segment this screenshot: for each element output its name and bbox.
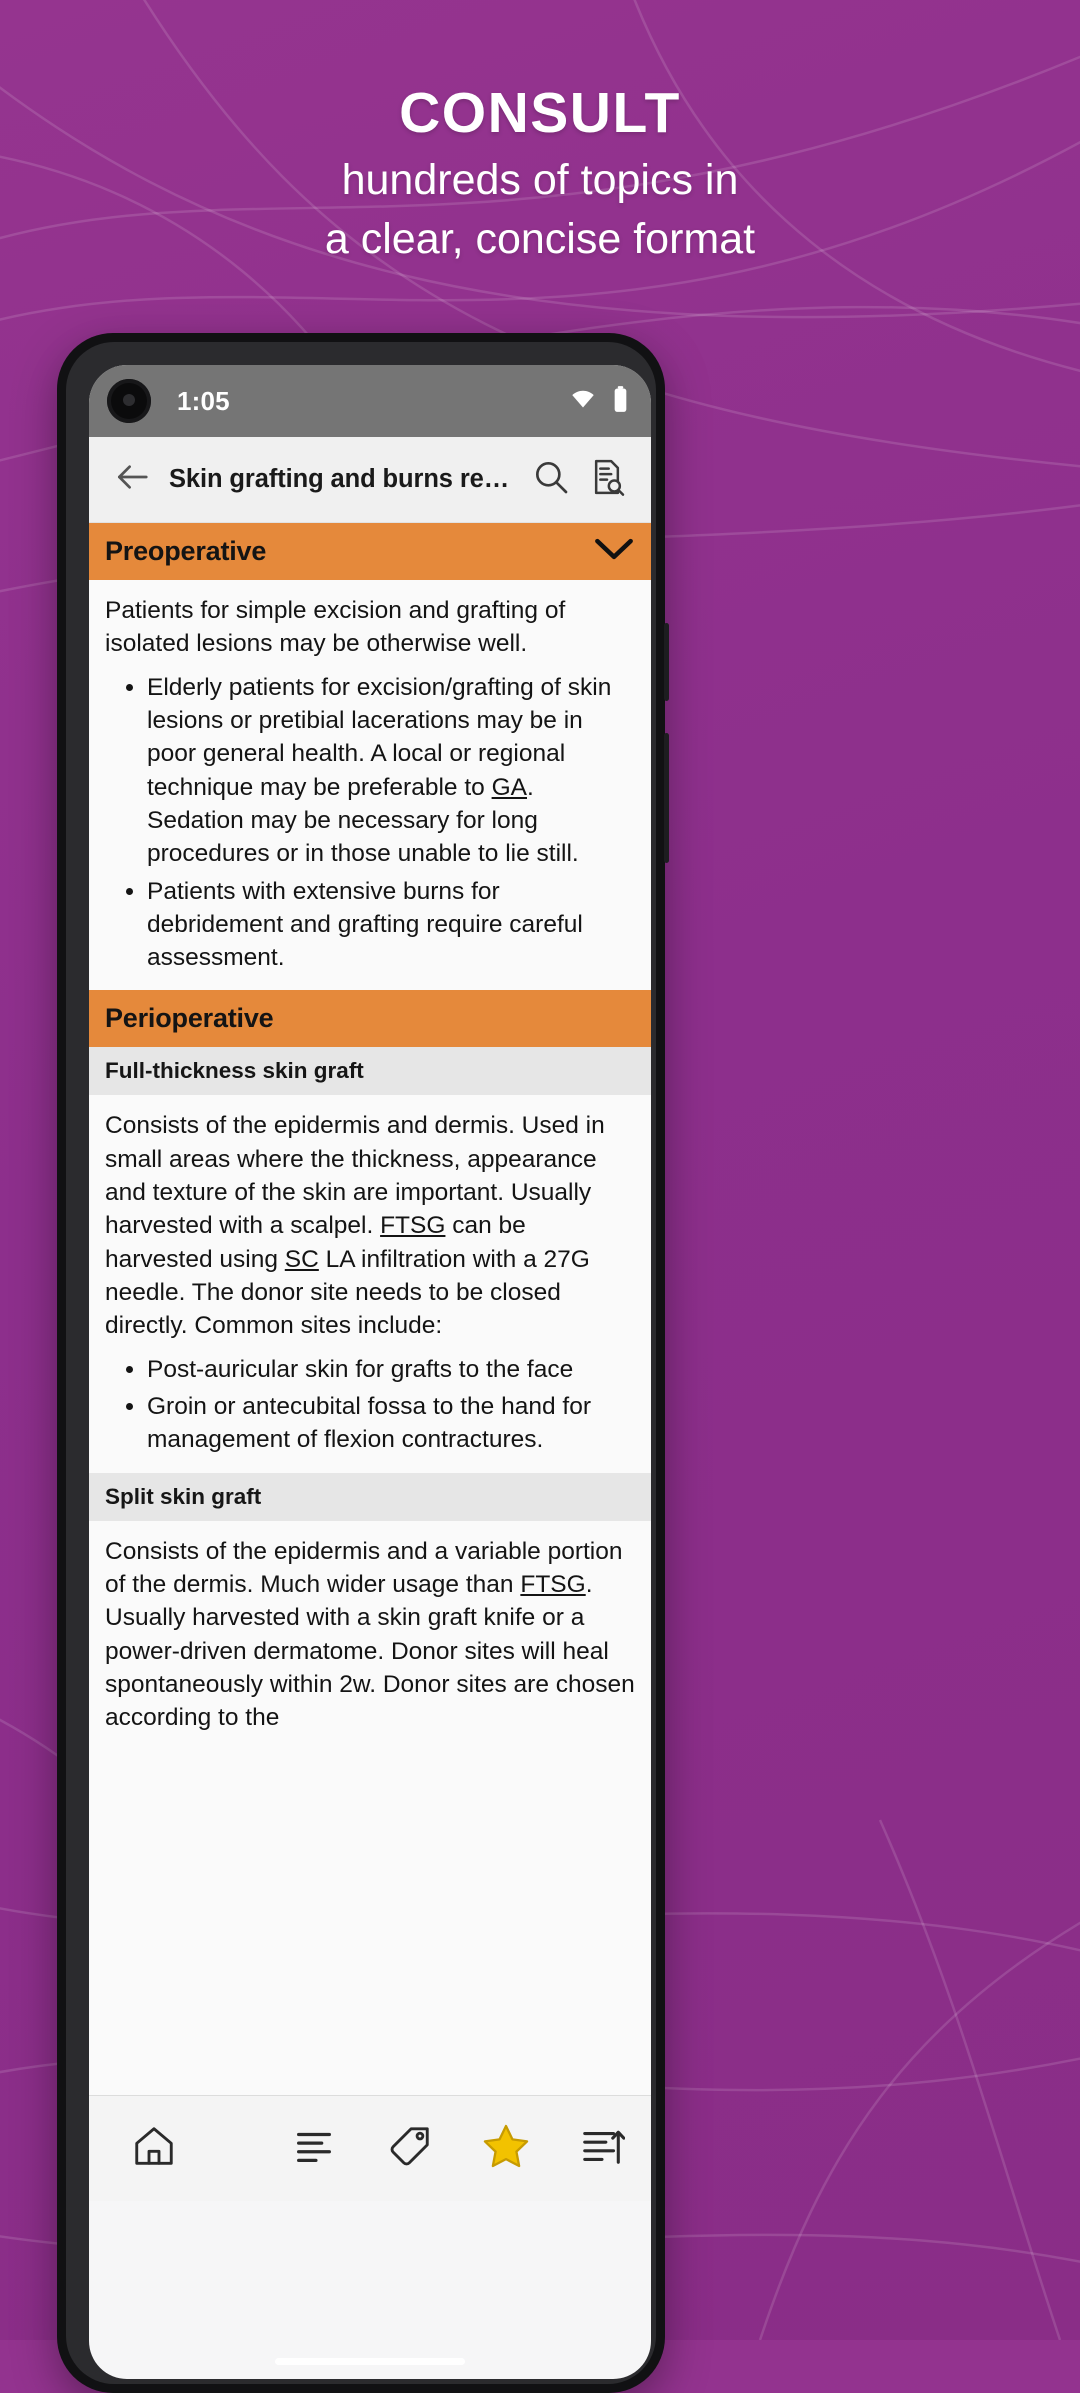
star-icon	[481, 2121, 531, 2176]
nav-item-tags[interactable]	[379, 2118, 441, 2180]
paragraph: Consists of the epidermis and a variable…	[105, 1537, 635, 1732]
search-icon	[531, 457, 571, 502]
bottom-navigation-bar	[89, 2095, 651, 2201]
nav-item-home[interactable]	[123, 2118, 185, 2180]
phone-bezel: 1:05 Skin grafting and burns reco… Preop…	[66, 342, 656, 2384]
paragraph: Consists of the epidermis and dermis. Us…	[105, 1112, 605, 1340]
abbreviation-link[interactable]: FTSG	[520, 1571, 585, 1598]
tag-icon	[387, 2123, 433, 2174]
list-item: Patients with extensive burns for debrid…	[147, 875, 635, 975]
phone-screen: 1:05 Skin grafting and burns reco… Preop…	[89, 365, 651, 2379]
nav-item-contents[interactable]	[283, 2118, 345, 2180]
promo-subtitle-line-2: a clear, concise format	[324, 215, 756, 264]
status-bar-time: 1:05	[177, 385, 230, 416]
outline-arrow-icon	[579, 2123, 626, 2174]
document-search-icon	[587, 457, 627, 502]
subsection-header-full-thickness: Full-thickness skin graft	[89, 1047, 651, 1096]
status-bar: 1:05	[89, 365, 651, 437]
bullet-list: Post-auricular skin for grafts to the fa…	[105, 1353, 635, 1457]
section-header-label: Preoperative	[105, 536, 267, 566]
list-lines-icon	[291, 2123, 337, 2174]
list-item-text: Elderly patients for excision/grafting o…	[147, 673, 612, 868]
section-header-preoperative[interactable]: Preoperative	[89, 523, 651, 580]
page-title: CONSULT	[399, 81, 681, 145]
power-button[interactable]	[664, 623, 669, 701]
section-header-perioperative[interactable]: Perioperative	[89, 990, 651, 1048]
chevron-down-icon[interactable]	[593, 536, 635, 567]
toolbar-title: Skin grafting and burns reco…	[169, 465, 523, 493]
article-content[interactable]: Preoperative Patients for simple excisio…	[89, 523, 651, 2201]
promo-text-block: CONSULT hundreds of topics in a clear, c…	[0, 78, 1080, 267]
section-body-preoperative: Patients for simple excision and graftin…	[89, 580, 651, 991]
paragraph: Patients for simple excision and graftin…	[105, 597, 566, 658]
search-button[interactable]	[523, 452, 579, 508]
wifi-icon	[568, 387, 598, 416]
subsection-body-split-skin: Consists of the epidermis and a variable…	[89, 1520, 651, 1745]
home-icon	[131, 2123, 177, 2174]
abbreviation-link[interactable]: GA	[492, 774, 527, 801]
notes-button[interactable]	[579, 452, 635, 508]
status-bar-icons	[568, 385, 629, 418]
nav-item-favourites[interactable]	[475, 2118, 537, 2180]
promo-subtitle-line-1: hundreds of topics in	[341, 156, 739, 205]
arrow-left-icon	[113, 458, 151, 501]
bullet-list: Elderly patients for excision/grafting o…	[105, 671, 635, 975]
phone-device-mockup: 1:05 Skin grafting and burns reco… Preop…	[57, 333, 669, 2393]
front-camera-punch-hole	[107, 379, 151, 423]
back-button[interactable]	[105, 453, 159, 507]
nav-right-group	[283, 2118, 633, 2180]
battery-full-icon	[612, 385, 629, 418]
subsection-body-full-thickness: Consists of the epidermis and dermis. Us…	[89, 1095, 651, 1473]
list-item-text: Groin or antecubital fossa to the hand f…	[147, 1392, 591, 1454]
list-item: Post-auricular skin for grafts to the fa…	[147, 1353, 635, 1386]
nav-item-outline[interactable]	[571, 2118, 633, 2180]
list-item: Groin or antecubital fossa to the hand f…	[147, 1390, 635, 1457]
subsection-header-split-skin: Split skin graft	[89, 1472, 651, 1521]
gesture-navigation-bar[interactable]	[275, 2358, 465, 2365]
section-header-label: Perioperative	[105, 1003, 274, 1034]
abbreviation-link[interactable]: FTSG	[380, 1212, 445, 1239]
list-item-text: Patients with extensive burns for debrid…	[147, 877, 583, 972]
volume-button[interactable]	[664, 733, 669, 863]
app-toolbar: Skin grafting and burns reco…	[89, 437, 651, 523]
list-item-text: Post-auricular skin for grafts to the fa…	[147, 1355, 574, 1383]
abbreviation-link[interactable]: SC	[285, 1246, 319, 1273]
list-item: Elderly patients for excision/grafting o…	[147, 671, 635, 871]
